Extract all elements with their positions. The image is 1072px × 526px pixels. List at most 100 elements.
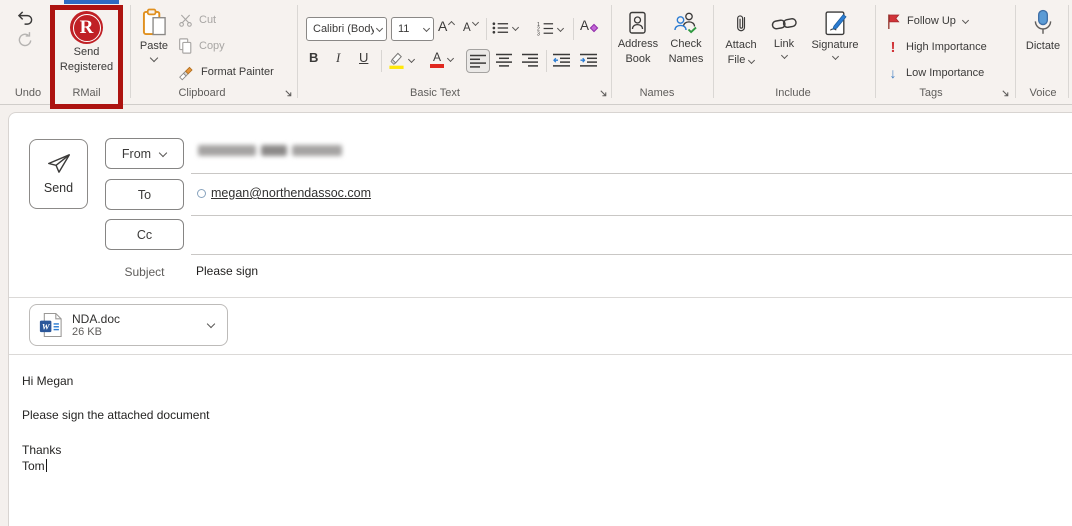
decrease-indent-button[interactable] <box>553 53 571 68</box>
body-line: Thanks <box>22 443 62 457</box>
signature-icon <box>824 11 847 36</box>
group-divider <box>875 5 876 98</box>
shrink-font-button[interactable]: A <box>463 20 478 34</box>
align-right-button[interactable] <box>522 53 539 68</box>
body-line: Hi Megan <box>22 374 74 388</box>
from-address-redacted <box>198 145 342 156</box>
attachment-divider <box>9 354 1072 355</box>
paperclip-icon <box>736 15 745 32</box>
bullets-button[interactable] <box>492 21 518 35</box>
align-right-icon <box>522 53 538 67</box>
chevron-down-icon <box>376 26 382 32</box>
dictate-button[interactable]: Dictate <box>1019 9 1067 53</box>
send-button[interactable]: Send <box>29 139 88 209</box>
low-importance-icon: ↓ <box>889 65 897 81</box>
basic-text-dialog-launcher[interactable] <box>599 89 609 99</box>
italic-button[interactable]: I <box>336 50 340 66</box>
font-size-select[interactable]: 11 <box>391 17 434 41</box>
tags-group-label: Tags <box>919 87 943 99</box>
follow-up-button[interactable]: Follow Up <box>886 12 968 30</box>
font-color-icon: A <box>430 51 444 68</box>
chevron-down-icon <box>447 56 453 62</box>
clipboard-dialog-launcher[interactable] <box>284 89 294 99</box>
highlight-annotation-box <box>50 5 123 109</box>
high-importance-icon: ! <box>890 38 896 56</box>
cc-button[interactable]: Cc <box>105 219 184 250</box>
format-painter-button[interactable]: Format Painter <box>178 63 274 81</box>
subject-label: Subject <box>124 265 165 279</box>
to-recipient-link[interactable]: megan@northendassoc.com <box>211 186 371 200</box>
text-cursor <box>45 459 47 472</box>
undo-button[interactable] <box>16 9 35 26</box>
group-divider <box>611 5 612 98</box>
svg-text:3: 3 <box>537 31 540 36</box>
subject-field[interactable]: Please sign <box>196 264 258 278</box>
check-names-icon <box>674 12 697 34</box>
eraser-icon <box>589 23 599 33</box>
font-name-select[interactable]: Calibri (Body <box>306 17 387 41</box>
increase-indent-button[interactable] <box>580 53 598 68</box>
chevron-down-icon <box>150 55 158 63</box>
group-divider <box>1068 5 1069 98</box>
active-tab-indicator <box>64 0 119 4</box>
dialog-launcher-icon <box>285 90 292 97</box>
align-center-button[interactable] <box>496 53 513 68</box>
font-color-button[interactable]: A <box>430 51 453 68</box>
attach-file-button[interactable]: Attach File <box>719 10 763 67</box>
undo-group-label: Undo <box>14 87 42 99</box>
copy-button[interactable]: Copy <box>177 37 225 55</box>
low-importance-button[interactable]: ↓ Low Importance <box>886 64 985 82</box>
compose-panel: Send From To megan@northendassoc.com Cc … <box>8 112 1072 526</box>
underline-button[interactable]: U <box>359 50 368 65</box>
chevron-down-icon <box>832 54 838 60</box>
field-divider <box>191 173 1072 174</box>
attachment-filesize: 26 KB <box>72 325 102 338</box>
redo-button[interactable] <box>17 31 34 48</box>
bold-button[interactable]: B <box>309 50 318 65</box>
chevron-down-icon <box>781 53 787 59</box>
check-names-button[interactable]: Check Names <box>662 10 710 66</box>
numbering-button[interactable]: 1 2 3 <box>537 21 563 36</box>
chevron-down-icon <box>512 25 518 31</box>
signature-button[interactable]: Signature <box>805 10 865 60</box>
group-divider <box>713 5 714 98</box>
ribbon: Undo R Send Registered RMail Paste Cut C… <box>0 0 1072 105</box>
attachment-filename: NDA.doc <box>72 311 121 326</box>
high-importance-button[interactable]: ! High Importance <box>886 38 987 56</box>
send-plane-icon <box>47 154 70 173</box>
chevron-up-icon <box>448 19 454 25</box>
body-line: Please sign the attached document <box>22 408 210 422</box>
attachment-chevron-icon[interactable] <box>207 321 215 329</box>
microphone-icon <box>1034 9 1052 34</box>
cut-button[interactable]: Cut <box>178 11 216 29</box>
address-book-button[interactable]: Address Book <box>615 10 661 66</box>
grow-font-button[interactable]: A <box>438 18 454 34</box>
chevron-down-icon <box>408 57 414 63</box>
bullets-icon <box>492 22 509 34</box>
presence-icon <box>197 189 206 198</box>
field-divider <box>191 215 1072 216</box>
clear-formatting-button[interactable]: A <box>580 18 599 33</box>
chevron-down-icon <box>962 18 968 24</box>
redo-icon <box>18 32 32 47</box>
to-button[interactable]: To <box>105 179 184 210</box>
field-divider <box>191 254 1072 255</box>
group-divider <box>130 5 131 98</box>
link-button[interactable]: Link <box>765 12 803 59</box>
names-group-label: Names <box>639 87 675 99</box>
numbering-icon: 1 2 3 <box>537 22 554 36</box>
align-left-icon <box>469 54 486 68</box>
group-divider <box>1015 5 1016 98</box>
paste-button[interactable]: Paste <box>132 8 176 63</box>
align-left-button[interactable] <box>466 49 490 73</box>
chevron-down-icon <box>748 58 754 64</box>
clipboard-group-label: Clipboard <box>178 87 226 99</box>
highlight-button[interactable] <box>388 50 414 70</box>
attachment-card[interactable]: W NDA.doc 26 KB <box>29 304 228 346</box>
increase-indent-icon <box>580 53 597 67</box>
format-painter-icon <box>179 66 193 80</box>
group-divider <box>297 5 298 98</box>
from-button[interactable]: From <box>105 138 184 169</box>
basic-text-group-label: Basic Text <box>410 87 460 99</box>
link-icon <box>771 18 797 30</box>
